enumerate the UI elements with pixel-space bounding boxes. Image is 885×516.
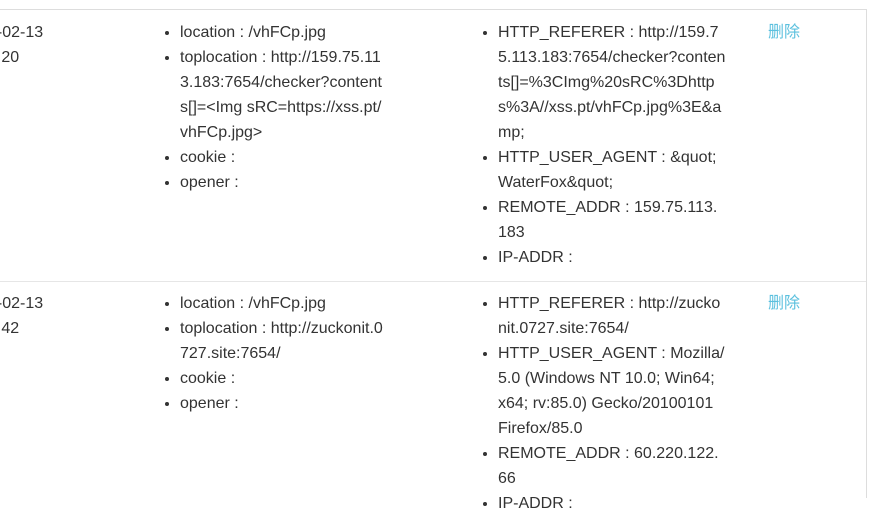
item-key: HTTP_USER_AGENT (498, 149, 657, 166)
item-key: IP-ADDR (498, 249, 564, 266)
server-info-cell: HTTP_REFERER : http://zuckonit.0727.site… (478, 291, 726, 516)
list-item: HTTP_REFERER : http://159.75.113.183:765… (498, 20, 726, 145)
list-item: HTTP_REFERER : http://zuckonit.0727.site… (498, 291, 726, 341)
item-value: /vhFCp.jpg (248, 295, 326, 312)
list-item: IP-ADDR : (498, 245, 726, 270)
item-key: location (180, 295, 236, 312)
item-key: cookie (180, 370, 227, 387)
table-top-border (0, 9, 866, 10)
clock-text: 2:42 (0, 320, 20, 337)
delete-button[interactable]: 删除 (768, 20, 800, 45)
client-info-cell: location : /vhFCp.jpg toplocation : http… (160, 291, 385, 416)
item-key: HTTP_REFERER (498, 24, 626, 41)
list-item: HTTP_USER_AGENT : &quot;WaterFox&quot; (498, 145, 726, 195)
client-info-list: location : /vhFCp.jpg toplocation : http… (160, 291, 385, 416)
item-key: opener (180, 395, 230, 412)
time-cell: 1-02-13 3:20 (0, 20, 68, 70)
list-item: REMOTE_ADDR : 159.75.113.183 (498, 195, 726, 245)
item-value: /vhFCp.jpg (248, 24, 326, 41)
server-info-cell: HTTP_REFERER : http://159.75.113.183:765… (478, 20, 726, 270)
list-item: cookie : (180, 145, 385, 170)
list-item: toplocation : http://zuckonit.0727.site:… (180, 316, 385, 366)
list-item: cookie : (180, 366, 385, 391)
item-key: cookie (180, 149, 227, 166)
date-text: 1-02-13 (0, 24, 44, 41)
item-key: opener (180, 174, 230, 191)
clock-text: 3:20 (0, 49, 20, 66)
client-info-cell: location : /vhFCp.jpg toplocation : http… (160, 20, 385, 195)
list-item: toplocation : http://159.75.113.183:7654… (180, 45, 385, 145)
item-key: HTTP_REFERER (498, 295, 626, 312)
row-divider (0, 281, 866, 282)
time-cell: 1-02-13 2:42 (0, 291, 68, 341)
delete-button[interactable]: 删除 (768, 291, 800, 316)
list-item: location : /vhFCp.jpg (180, 20, 385, 45)
list-item: location : /vhFCp.jpg (180, 291, 385, 316)
item-key: REMOTE_ADDR (498, 445, 621, 462)
item-key: HTTP_USER_AGENT (498, 345, 657, 362)
list-item: opener : (180, 391, 385, 416)
list-item: HTTP_USER_AGENT : Mozilla/5.0 (Windows N… (498, 341, 726, 441)
table-right-border (866, 9, 867, 498)
item-key: REMOTE_ADDR (498, 199, 621, 216)
item-key: toplocation (180, 320, 258, 337)
list-item: REMOTE_ADDR : 60.220.122.66 (498, 441, 726, 491)
list-item: opener : (180, 170, 385, 195)
server-info-list: HTTP_REFERER : http://159.75.113.183:765… (478, 20, 726, 270)
list-item: IP-ADDR : (498, 491, 726, 516)
item-key: toplocation (180, 49, 258, 66)
item-value: http://159.75.113.183:7654/checker?conte… (498, 24, 726, 141)
server-info-list: HTTP_REFERER : http://zuckonit.0727.site… (478, 291, 726, 516)
date-text: 1-02-13 (0, 295, 44, 312)
client-info-list: location : /vhFCp.jpg toplocation : http… (160, 20, 385, 195)
item-key: location (180, 24, 236, 41)
